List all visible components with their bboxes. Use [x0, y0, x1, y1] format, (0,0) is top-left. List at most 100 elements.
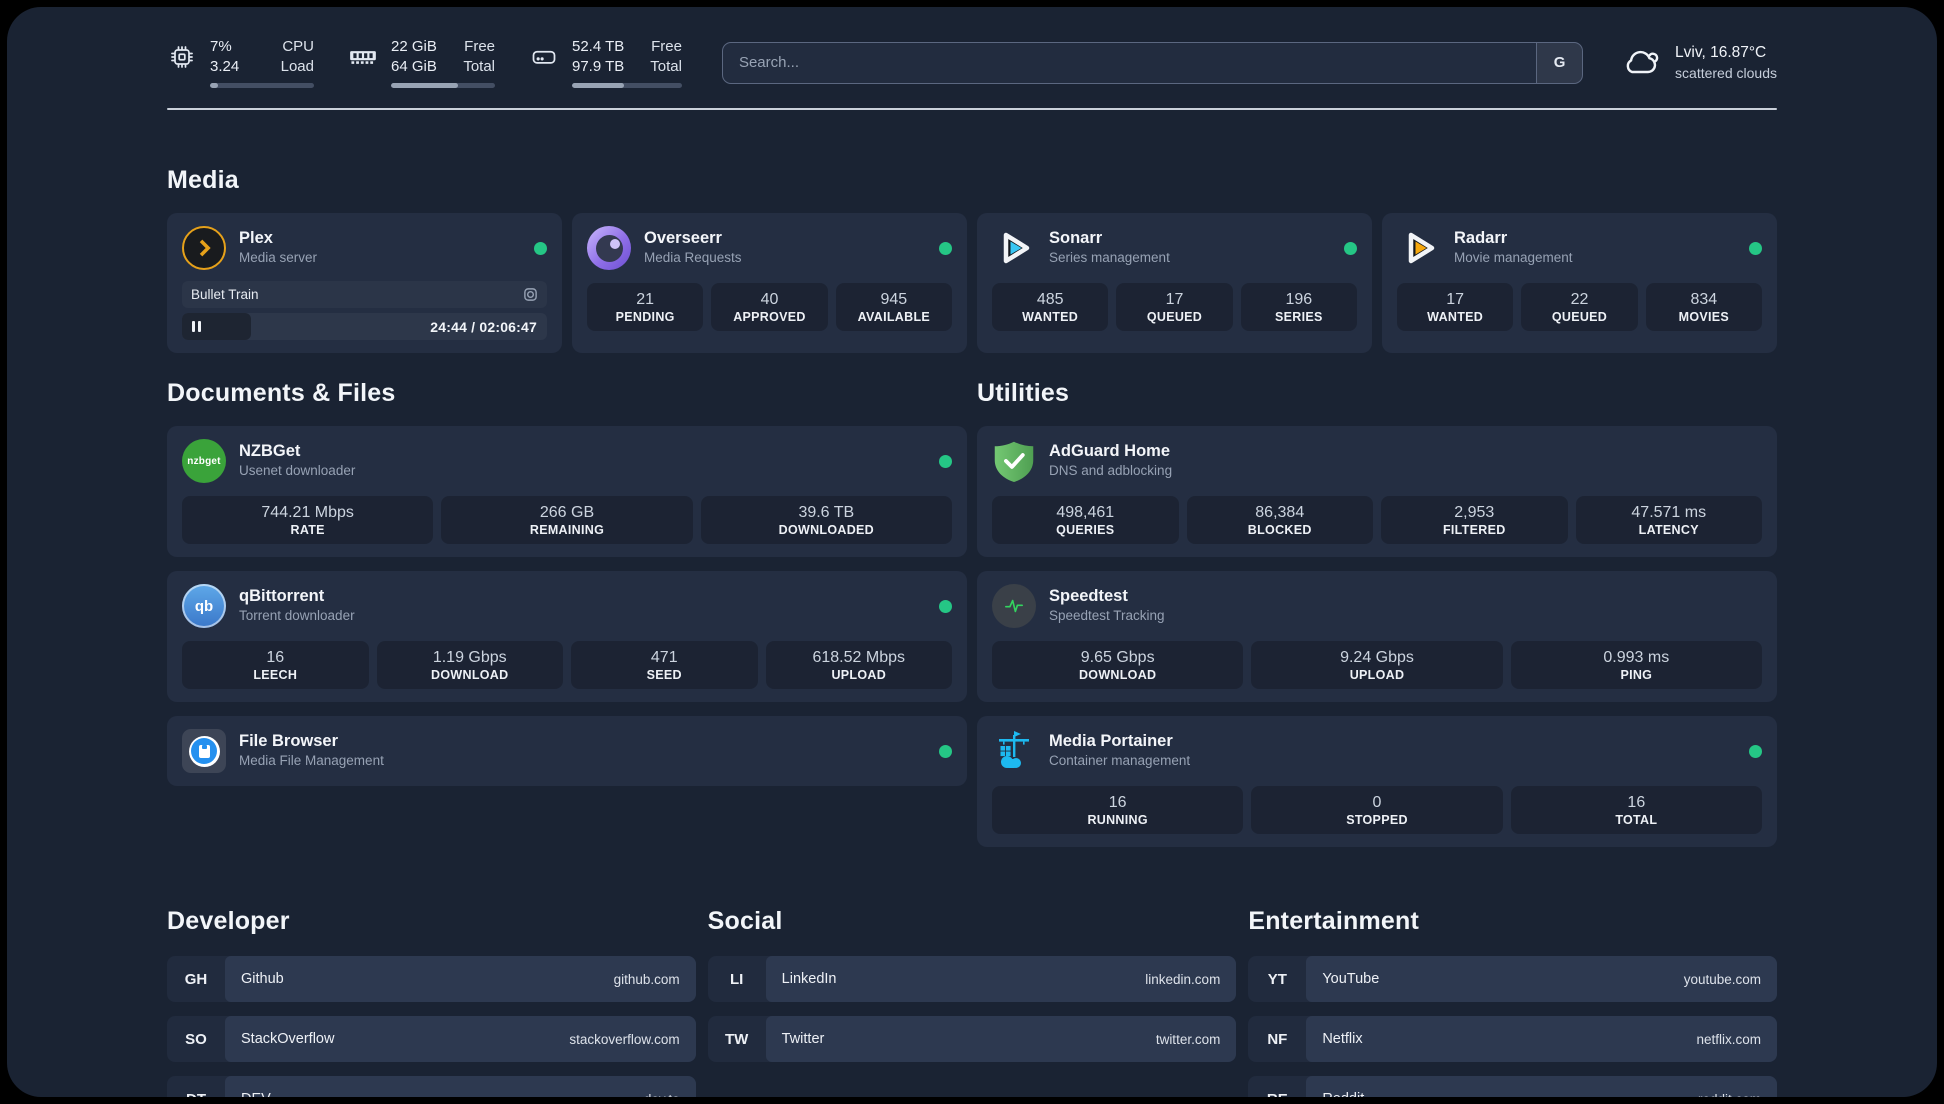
nzbget-icon: nzbget [182, 439, 226, 483]
bookmark-dev[interactable]: DT DEV dev.to [167, 1076, 696, 1097]
memory-icon [348, 42, 378, 72]
app-name: AdGuard Home [1049, 442, 1171, 460]
bookmark-abbr: TW [724, 1030, 749, 1048]
status-dot [1344, 241, 1357, 255]
media-cards: Plex Media server Bullet Train 24:44 / 0… [167, 213, 1777, 353]
bookmark-youtube[interactable]: YT YouTube youtube.com [1248, 956, 1777, 1002]
stat-movies: 834 MOVIES [1645, 283, 1762, 331]
stat-rate: 744.21 Mbps RATE [182, 496, 434, 544]
cpu-usage-value: 7% [210, 38, 232, 55]
stat-downloaded: 39.6 TB DOWNLOADED [700, 496, 952, 544]
disk-widget: 52.4 TB 97.9 TB Free Total [529, 37, 682, 88]
bookmark-netflix[interactable]: NF Netflix netflix.com [1248, 1016, 1777, 1062]
search-input[interactable] [722, 42, 1537, 83]
bookmark-url: netflix.com [1696, 1031, 1761, 1047]
bookmark-github[interactable]: GH Github github.com [167, 956, 696, 1002]
app-card-plex[interactable]: Plex Media server Bullet Train 24:44 / 0… [167, 213, 562, 353]
overseerr-icon [587, 226, 631, 270]
bookmark-stackoverflow[interactable]: SO StackOverflow stackoverflow.com [167, 1016, 696, 1062]
app-subtitle: Usenet downloader [239, 463, 356, 478]
status-dot [939, 599, 952, 613]
now-playing-title-row: Bullet Train [182, 281, 547, 308]
utilities-column: Utilities AdGuard Home DNS and adblockin… [977, 379, 1777, 847]
bookmark-name: LinkedIn [781, 971, 837, 987]
status-dot [939, 241, 952, 255]
adguard-icon [992, 439, 1036, 483]
section-title-utilities: Utilities [977, 379, 1070, 407]
app-subtitle: DNS and adblocking [1049, 463, 1173, 478]
app-card-overseerr[interactable]: Overseerr Media Requests 21 PENDING 40 A… [572, 213, 967, 353]
app-card-radarr[interactable]: Radarr Movie management 17 WANTED 22 QUE… [1382, 213, 1777, 353]
plex-icon [182, 226, 226, 270]
stat-upload: 618.52 Mbps UPLOAD [765, 641, 952, 689]
cloud-icon [1619, 47, 1661, 79]
bookmark-name: Netflix [1322, 1031, 1363, 1047]
cpu-load-value: 3.24 [210, 58, 240, 75]
bookmark-linkedin[interactable]: LI LinkedIn linkedin.com [707, 956, 1237, 1002]
stat-download: 9.65 Gbps DOWNLOAD [992, 641, 1244, 689]
bookmark-abbr: LI [729, 970, 744, 988]
stat-upload: 9.24 Gbps UPLOAD [1251, 641, 1503, 689]
app-name: Radarr [1454, 229, 1508, 247]
bookmark-name: YouTube [1322, 971, 1380, 987]
app-subtitle: Movie management [1454, 250, 1573, 265]
bookmark-url: twitter.com [1155, 1031, 1221, 1047]
bookmark-abbr: YT [1267, 970, 1287, 988]
weather-location-temp: Lviv, 16.87°C [1675, 43, 1767, 61]
radarr-icon [1397, 226, 1441, 270]
documents-column: Documents & Files nzbget NZBGet Usenet d… [167, 379, 967, 847]
now-playing-view-icon[interactable] [523, 287, 538, 302]
app-subtitle: Media Requests [644, 250, 742, 265]
app-card-adguard[interactable]: AdGuard Home DNS and adblocking 498,461 … [977, 426, 1777, 557]
resource-widgets: 7% 3.24 CPU Load 22 GiB 64 GiB Free Tota… [167, 37, 682, 88]
bookmark-abbr: GH [184, 970, 208, 988]
bookmark-url: reddit.com [1698, 1092, 1761, 1098]
weather-widget: Lviv, 16.87°C scattered clouds [1619, 43, 1777, 83]
memory-total-label: Total [463, 58, 495, 75]
player-progress-bar[interactable]: 24:44 / 02:06:47 [182, 313, 547, 340]
bookmark-reddit[interactable]: RE Reddit reddit.com [1248, 1076, 1777, 1097]
section-title-social: Social [707, 907, 783, 935]
app-card-portainer[interactable]: Media Portainer Container management 16 … [977, 716, 1777, 847]
section-title-developer: Developer [167, 907, 290, 935]
search-provider-button[interactable]: G [1536, 42, 1583, 83]
status-dot [939, 744, 952, 758]
bookmark-url: github.com [613, 971, 680, 987]
app-card-speedtest[interactable]: Speedtest Speedtest Tracking 9.65 Gbps D… [977, 571, 1777, 702]
app-card-filebrowser[interactable]: File Browser Media File Management [167, 716, 967, 786]
qbittorrent-icon: qb [182, 584, 226, 628]
cpu-progress-bar [210, 83, 314, 88]
disk-total-value: 97.9 TB [572, 58, 625, 75]
bookmark-name: StackOverflow [241, 1031, 335, 1047]
bookmark-abbr: NF [1267, 1030, 1288, 1048]
memory-progress-bar [391, 83, 495, 88]
app-card-qbittorrent[interactable]: qb qBittorrent Torrent downloader 16 LEE… [167, 571, 967, 702]
stat-queued: 22 QUEUED [1521, 283, 1638, 331]
disk-progress-bar [572, 83, 682, 88]
pause-icon[interactable] [192, 321, 201, 332]
app-subtitle: Series management [1049, 250, 1170, 265]
cpu-progress-fill [210, 83, 219, 88]
bookmark-name: Reddit [1322, 1091, 1364, 1097]
app-card-nzbget[interactable]: nzbget NZBGet Usenet downloader 744.21 M… [167, 426, 967, 557]
memory-progress-fill [391, 83, 458, 88]
section-title-entertainment: Entertainment [1248, 907, 1420, 935]
bookmark-twitter[interactable]: TW Twitter twitter.com [707, 1016, 1237, 1062]
cpu-load-label: Load [280, 58, 314, 75]
portainer-icon [992, 729, 1036, 773]
bookmark-abbr: RE [1248, 1076, 1306, 1098]
memory-widget: 22 GiB 64 GiB Free Total [348, 37, 495, 88]
cpu-usage-label: CPU [282, 38, 314, 55]
bookmark-url: stackoverflow.com [569, 1031, 680, 1047]
app-name: Sonarr [1049, 229, 1103, 247]
app-name: Plex [239, 229, 273, 247]
disk-icon [529, 42, 559, 72]
search-bar: G [721, 41, 1584, 84]
cpu-widget: 7% 3.24 CPU Load [167, 37, 314, 88]
app-name: Media Portainer [1049, 732, 1173, 750]
memory-free-value: 22 GiB [391, 38, 437, 55]
app-subtitle: Media server [239, 250, 318, 265]
app-card-sonarr[interactable]: Sonarr Series management 485 WANTED 17 Q… [977, 213, 1372, 353]
app-subtitle: Speedtest Tracking [1049, 608, 1165, 623]
disk-progress-fill [572, 83, 624, 88]
